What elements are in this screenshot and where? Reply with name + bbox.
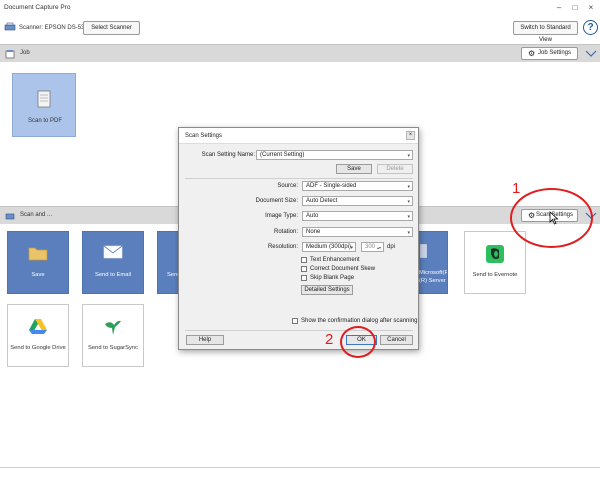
- source-value: ADF - Single-sided: [306, 183, 357, 189]
- tile-microsoft-server[interactable]: Microsoft(R) (R) Server: [418, 231, 448, 294]
- app-title: Document Capture Pro: [4, 4, 71, 11]
- text-enhancement-label: Text Enhancement: [310, 257, 360, 263]
- cancel-button[interactable]: Cancel: [380, 335, 413, 345]
- server-icon: [420, 244, 427, 258]
- save-button[interactable]: Save: [336, 164, 372, 174]
- setting-name-value: (Current Setting): [260, 152, 305, 158]
- stepper-icon: ▴▾: [376, 245, 381, 250]
- confirm-checkbox[interactable]: [292, 318, 298, 324]
- dialog-title-bar: Scan Settings ×: [179, 128, 418, 144]
- tile-label: Send: [167, 272, 181, 278]
- scan-icon: [5, 213, 15, 220]
- tile-label: Send to Google Drive: [10, 345, 66, 351]
- document-icon: [37, 90, 51, 108]
- scan-section-title: Scan and ...: [20, 212, 53, 218]
- source-label: Source:: [277, 183, 298, 189]
- document-size-value: Auto Detect: [306, 198, 338, 204]
- tile-send-to-google-drive[interactable]: Send to Google Drive: [7, 304, 69, 367]
- envelope-icon: [103, 245, 123, 259]
- rotation-label: Rotation:: [273, 229, 298, 235]
- resolution-label: Resolution:: [267, 244, 298, 250]
- job-settings-button[interactable]: ⚙ Job Settings: [521, 47, 578, 60]
- help-icon[interactable]: ?: [583, 20, 598, 35]
- image-type-select[interactable]: Auto ▾: [302, 211, 413, 221]
- resolution-value: Medium (300dpi): [306, 244, 352, 250]
- folder-icon: [28, 247, 48, 261]
- google-drive-icon: [29, 319, 47, 334]
- minimize-icon[interactable]: –: [552, 2, 566, 14]
- setting-name-select[interactable]: (Current Setting) ▾: [256, 150, 413, 160]
- text-enhancement-checkbox[interactable]: [301, 257, 307, 263]
- annotation-number-2: 2: [325, 331, 334, 348]
- job-section-title: Job: [20, 50, 30, 56]
- chevron-down-icon: ▾: [350, 245, 353, 251]
- tile-send[interactable]: Send: [157, 231, 181, 294]
- scanner-bar: Scanner: EPSON DS-530 Select Scanner Swi…: [0, 17, 600, 43]
- tile-label: Send to Email: [94, 272, 132, 278]
- divider: [185, 178, 413, 179]
- tile-label: Microsoft(R): [419, 270, 447, 276]
- sugarsync-icon: [105, 320, 121, 335]
- evernote-icon: [486, 245, 504, 263]
- detailed-settings-button[interactable]: Detailed Settings: [301, 285, 353, 295]
- setting-name-label: Scan Setting Name:: [201, 152, 255, 158]
- correct-skew-label: Correct Document Skew: [310, 266, 376, 272]
- document-size-select[interactable]: Auto Detect ▾: [302, 196, 413, 206]
- resolution-number-input[interactable]: 300 ▴▾: [361, 242, 384, 252]
- tile-save[interactable]: Save: [7, 231, 69, 294]
- scanner-label: Scanner: EPSON DS-530: [19, 25, 88, 31]
- tile-label: Send to Evernote: [472, 272, 518, 278]
- tile-label: Save: [31, 272, 45, 278]
- tile-send-to-evernote[interactable]: Send to Evernote: [464, 231, 526, 294]
- divider: [185, 330, 413, 331]
- close-icon[interactable]: ×: [406, 131, 415, 140]
- correct-skew-checkbox[interactable]: [301, 266, 307, 272]
- chevron-down-icon: ▾: [407, 230, 410, 236]
- gear-icon: ⚙: [528, 49, 536, 58]
- source-select[interactable]: ADF - Single-sided ▾: [302, 181, 413, 191]
- maximize-icon[interactable]: □: [568, 2, 582, 14]
- resolution-select[interactable]: Medium (300dpi) ▾: [302, 242, 356, 252]
- dialog-title: Scan Settings: [185, 133, 223, 139]
- confirm-label: Show the confirmation dialog after scann…: [301, 318, 418, 324]
- document-size-label: Document Size:: [255, 198, 298, 204]
- tile-label: Send to SugarSync: [88, 345, 138, 351]
- scan-settings-dialog: Scan Settings × Scan Setting Name: (Curr…: [178, 127, 419, 350]
- job-settings-label: Job Settings: [537, 50, 572, 56]
- chevron-down-icon: ▾: [407, 153, 410, 159]
- title-bar: Document Capture Pro – □ ×: [0, 0, 600, 16]
- tile-send-to-email[interactable]: Send to Email: [82, 231, 144, 294]
- job-section-bar: Job ⚙ Job Settings: [0, 44, 600, 62]
- close-icon[interactable]: ×: [584, 2, 598, 14]
- tile-send-to-sugarsync[interactable]: Send to SugarSync: [82, 304, 144, 367]
- chevron-down-icon: ▾: [407, 184, 410, 190]
- help-button[interactable]: Help: [186, 335, 224, 345]
- image-type-label: Image Type:: [265, 213, 298, 219]
- skip-blank-checkbox[interactable]: [301, 275, 307, 281]
- scanner-icon: [4, 22, 16, 31]
- skip-blank-label: Skip Blank Page: [310, 275, 355, 281]
- resolution-unit: dpi: [387, 244, 396, 250]
- rotation-select[interactable]: None ▾: [302, 227, 413, 237]
- delete-button[interactable]: Delete: [377, 164, 413, 174]
- job-tile-label: Scan to PDF: [27, 118, 62, 124]
- job-tile-scan-to-pdf[interactable]: Scan to PDF: [12, 73, 76, 137]
- annotation-circle-2: [340, 326, 376, 358]
- resolution-number: 300: [365, 244, 376, 250]
- tile-label-2: (R) Server: [419, 278, 446, 284]
- chevron-down-icon: ▾: [407, 214, 410, 220]
- image-type-value: Auto: [306, 213, 319, 219]
- chevron-down-icon[interactable]: [585, 48, 597, 58]
- switch-view-button[interactable]: Switch to Standard View: [513, 21, 578, 43]
- annotation-number-1: 1: [512, 180, 521, 197]
- select-scanner-button[interactable]: Select Scanner: [83, 21, 140, 35]
- rotation-value: None: [306, 229, 321, 235]
- annotation-circle-1: [510, 188, 593, 248]
- chevron-down-icon: ▾: [407, 199, 410, 205]
- job-icon: [5, 50, 15, 59]
